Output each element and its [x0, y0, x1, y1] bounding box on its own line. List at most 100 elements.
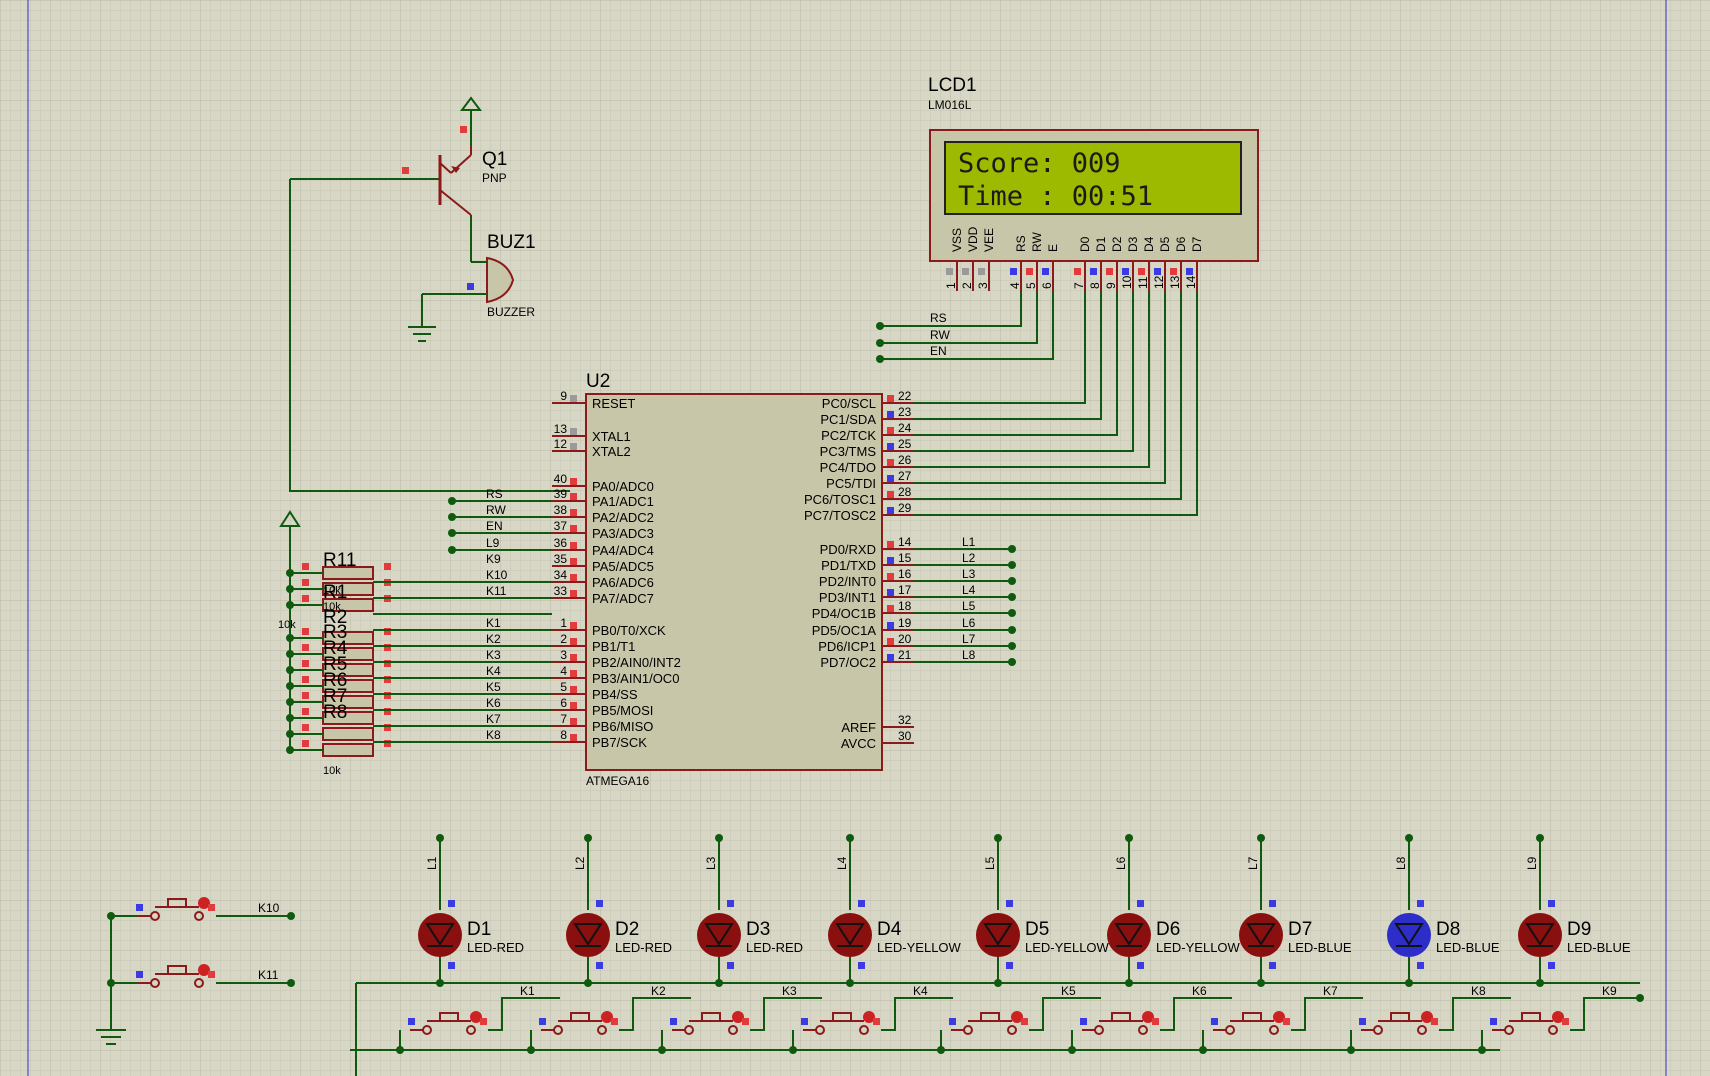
pin-state — [570, 702, 577, 709]
junction-dot — [937, 1046, 945, 1054]
junction-dot — [287, 912, 295, 920]
button-net-label: K3 — [782, 984, 797, 998]
pin-state — [1026, 268, 1033, 275]
led-icon — [418, 913, 462, 957]
lcd-pin-name: D7 — [1190, 236, 1204, 252]
led-icon — [697, 913, 741, 957]
mcu-pin-name: PC3/TMS — [820, 444, 877, 459]
lcd-pin-number: 3 — [976, 282, 990, 289]
net-label: RS — [486, 487, 503, 501]
junction-dot — [1257, 834, 1265, 842]
lcd-pin-number: 2 — [960, 282, 974, 289]
net-label: K1 — [486, 616, 501, 630]
pin-state — [1490, 1018, 1497, 1025]
pin-state — [887, 507, 894, 514]
junction-dot — [286, 714, 294, 722]
junction-dot — [876, 322, 884, 330]
pin-state — [962, 268, 969, 275]
mcu-pin-name: PB4/SS — [592, 687, 638, 702]
junction-dot — [1008, 577, 1016, 585]
pin-state — [302, 724, 309, 731]
mcu-pin-number: 8 — [560, 728, 567, 742]
mcu-pin-number: 30 — [898, 729, 912, 743]
pin-state — [611, 1018, 618, 1025]
pin-state — [570, 686, 577, 693]
lcd-pin-number: 11 — [1136, 276, 1150, 289]
junction-dot — [436, 834, 444, 842]
led-type: LED-YELLOW — [1025, 940, 1110, 955]
pin-state — [570, 590, 577, 597]
pin-state — [1137, 962, 1144, 969]
pin-state — [1417, 900, 1424, 907]
mcu-pin-number: 33 — [554, 584, 568, 598]
button-net-label: K11 — [258, 968, 279, 982]
mcu-pin-name: PC5/TDI — [826, 476, 876, 491]
junction-dot — [1405, 834, 1413, 842]
junction-dot — [1008, 593, 1016, 601]
net-label: RW — [486, 503, 506, 517]
junction-dot — [1347, 1046, 1355, 1054]
junction-dot — [286, 569, 294, 577]
lcd-pin-name: E — [1046, 244, 1060, 252]
mcu-pin-number: 26 — [898, 453, 912, 467]
pin-state — [302, 708, 309, 715]
junction-dot — [286, 698, 294, 706]
led-icon — [1518, 913, 1562, 957]
mcu-pin-number: 32 — [898, 713, 912, 727]
mcu-pin-number: 28 — [898, 485, 912, 499]
resistor-value: 10k — [323, 585, 341, 597]
led-icon — [828, 913, 872, 957]
junction-dot — [1125, 834, 1133, 842]
pin-state — [949, 1018, 956, 1025]
net-label: L6 — [962, 616, 976, 630]
pin-state — [946, 268, 953, 275]
mcu-pin-number: 5 — [560, 680, 567, 694]
pin-state — [887, 622, 894, 629]
button-net-label: K7 — [1323, 984, 1338, 998]
junction-dot — [584, 834, 592, 842]
mcu-pin-number: 34 — [554, 568, 568, 582]
mcu-pin-number: 13 — [554, 422, 568, 436]
pin-state — [887, 427, 894, 434]
junction-dot — [876, 355, 884, 363]
resistor-body — [322, 727, 374, 741]
junction-dot — [107, 979, 115, 987]
mcu-pin-name: PA3/ADC3 — [592, 526, 654, 541]
pin-state — [1170, 268, 1177, 275]
pin-state — [887, 605, 894, 612]
junction-dot — [789, 1046, 797, 1054]
junction-dot — [1008, 626, 1016, 634]
net-label: K4 — [486, 664, 501, 678]
lcd-pin-number: 5 — [1024, 282, 1038, 289]
led-icon — [1239, 913, 1283, 957]
mcu-pin-number: 17 — [898, 583, 912, 597]
schematic-canvas[interactable]: LCD1 LM016L Score: 009 Time : 00:51 VSS 1… — [0, 0, 1710, 1076]
button-net-label: K5 — [1061, 984, 1076, 998]
junction-dot — [876, 339, 884, 347]
net-label: L4 — [835, 856, 849, 870]
mcu-pin-number: 6 — [560, 696, 567, 710]
pin-state — [302, 660, 309, 667]
net-label: L7 — [962, 632, 976, 646]
mcu-pin-number: 4 — [560, 664, 567, 678]
led-ref: D9 — [1567, 919, 1591, 940]
mcu-pin-name: PB1/T1 — [592, 639, 635, 654]
pin-state — [208, 971, 215, 978]
net-label: K7 — [486, 712, 501, 726]
mcu-pin-name: PC4/TDO — [820, 460, 876, 475]
pin-state — [1152, 1018, 1159, 1025]
pin-state — [873, 1018, 880, 1025]
mcu-pin-name: PA0/ADC0 — [592, 479, 654, 494]
pin-state — [887, 443, 894, 450]
pin-state — [887, 557, 894, 564]
q1-type: PNP — [482, 171, 507, 185]
pin-state — [1186, 268, 1193, 275]
lcd-model: LM016L — [928, 98, 972, 112]
lcd-pin-name: VSS — [950, 228, 964, 252]
mcu-pin-number: 16 — [898, 567, 912, 581]
mcu-pin-name: PD3/INT1 — [819, 590, 876, 605]
led-icon — [566, 913, 610, 957]
pin-state — [727, 900, 734, 907]
lcd-pin-name: D4 — [1142, 236, 1156, 252]
led-type: LED-BLUE — [1567, 940, 1631, 955]
